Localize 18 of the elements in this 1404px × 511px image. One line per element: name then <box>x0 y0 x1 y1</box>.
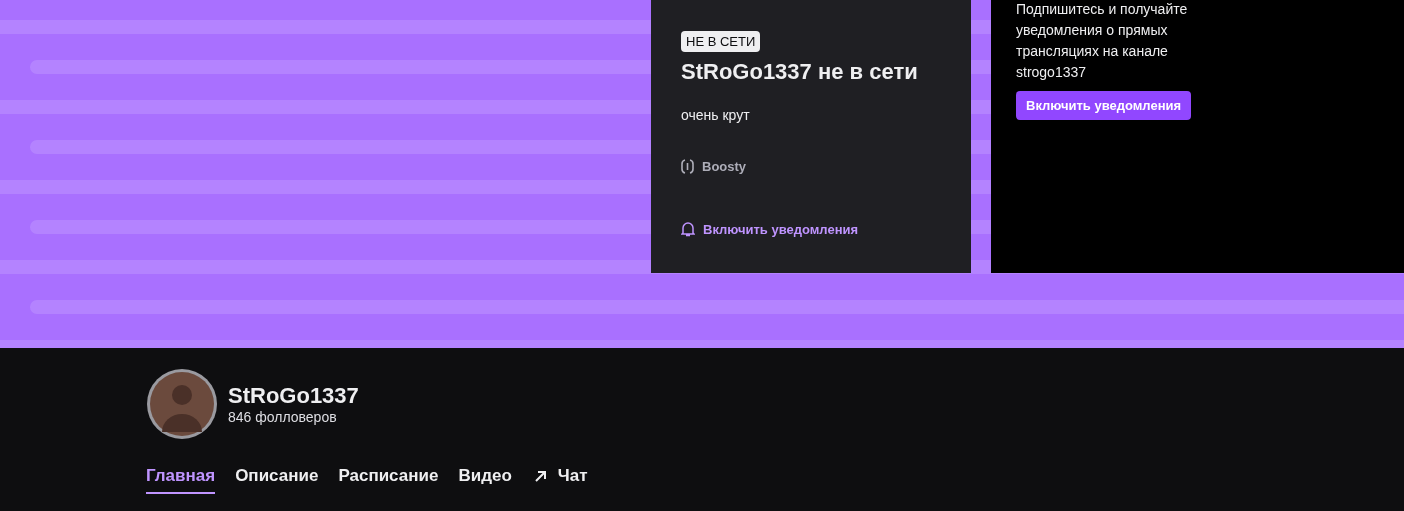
channel-name: StRoGo1337 <box>228 383 359 409</box>
arrow-icon <box>533 469 548 483</box>
link-icon <box>681 158 694 175</box>
notify-button[interactable]: Включить уведомления <box>1016 91 1192 120</box>
offline-title: StRoGo1337 не в сети <box>681 58 918 86</box>
nav-tab[interactable]: Видео <box>458 466 512 494</box>
notify-text: Подпишитесь и получайте уведомления о прямых трансляциях на канале strogo1337 <box>1016 0 1189 82</box>
nav-tab[interactable]: Чат <box>531 466 588 494</box>
nav-tab[interactable]: Расписание <box>338 466 439 494</box>
follower-count: 846 фолловеров <box>228 409 338 425</box>
nav-tab[interactable]: Главная <box>146 466 216 494</box>
social-link[interactable]: Boosty <box>681 158 747 175</box>
avatar[interactable] <box>146 368 218 440</box>
offline-badge: НЕ В СЕТИ <box>681 31 761 52</box>
nav-tab[interactable]: Описание <box>235 466 319 494</box>
bell-icon <box>681 222 695 237</box>
channel-description: очень крут <box>681 107 750 123</box>
notify-link[interactable]: Включить уведомления <box>681 222 859 237</box>
